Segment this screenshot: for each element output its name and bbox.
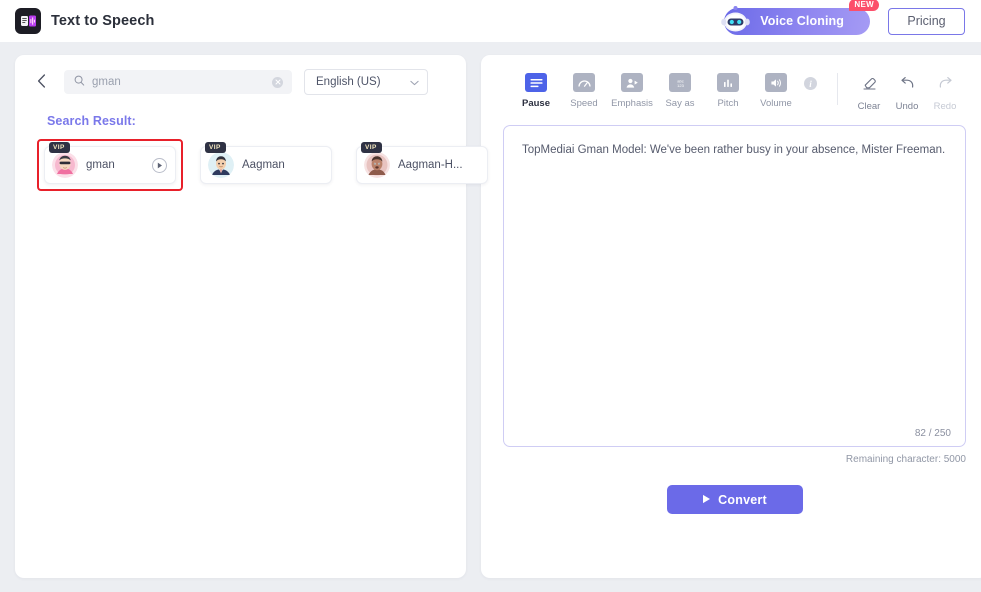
search-icon [74,73,85,91]
avatar [208,152,234,178]
close-circle-icon[interactable] [272,76,283,88]
info-icon[interactable]: i [804,77,817,90]
brand: Text to Speech [15,8,154,34]
tool-pause[interactable]: Pause [512,73,560,109]
voice-cloning-label: Voice Cloning [760,14,844,28]
voice-name: gman [86,159,115,171]
emphasis-icon [621,73,643,92]
chevron-left-icon [37,73,46,91]
ssml-toolbar: Pause Speed Emphasis abc 123 Say as Pitc… [503,71,966,112]
tool-label: Pitch [717,98,739,109]
language-value: English (US) [316,76,381,88]
tool-label: Undo [895,101,919,112]
header-actions: Voice Cloning NEW Pricing [721,0,965,35]
tool-label: Pause [522,98,550,109]
app-logo-icon [15,8,41,34]
convert-row: Convert [503,485,966,514]
eraser-icon [861,74,878,94]
tool-label: Redo [933,101,957,112]
tool-label: Say as [665,98,695,109]
tool-say-as[interactable]: abc 123 Say as [656,73,704,109]
back-button[interactable] [30,70,52,94]
convert-button[interactable]: Convert [666,485,803,514]
voice-library-panel: English (US) Search Result: VIP [15,55,488,578]
new-badge: NEW [849,0,879,12]
page-title: Text to Speech [51,13,155,29]
language-select[interactable]: English (US) [304,69,428,95]
chevron-down-icon [410,73,419,91]
search-row: English (US) [30,69,451,95]
pitch-bars-icon [717,73,739,92]
pricing-button[interactable]: Pricing [888,7,965,35]
app-header: Text to Speech Voice Cloning NEW Pricing [0,0,981,42]
text-editor[interactable]: TopMediai Gman Model: We've been rather … [503,125,966,447]
redo-button[interactable]: Redo [926,73,964,112]
robot-icon [716,5,756,37]
voice-card[interactable]: VIP Aagman [200,142,332,184]
voice-name: Aagman [242,159,285,171]
voice-card-selection-wrapper: VIP Aagman-H... [349,139,495,191]
play-icon [702,493,711,507]
voice-cloning-button[interactable]: Voice Cloning NEW [721,0,879,35]
undo-arrow-icon [899,74,916,94]
editor-panel: Pause Speed Emphasis abc 123 Say as Pitc… [481,55,981,578]
vip-badge: VIP [205,142,226,153]
say-as-icon: abc 123 [669,73,691,92]
avatar [52,152,78,178]
tool-volume[interactable]: Volume [752,73,800,109]
undo-button[interactable]: Undo [888,73,926,112]
remaining-character-label: Remaining character: 5000 [845,454,966,465]
search-input[interactable] [92,76,265,88]
voice-card[interactable]: VIP gman [44,142,176,184]
tool-label: Speed [570,98,598,109]
search-box[interactable] [64,70,292,94]
tool-speed[interactable]: Speed [560,73,608,109]
search-result-title: Search Result: [47,114,136,128]
tool-label: Volume [760,98,792,109]
character-counter: 82 / 250 [914,428,951,439]
voice-card-selection-wrapper: VIP Aagman [193,139,339,191]
redo-arrow-icon [937,74,954,94]
vip-badge: VIP [49,142,70,153]
avatar [364,152,390,178]
pause-marker-icon [525,73,547,92]
tool-pitch[interactable]: Pitch [704,73,752,109]
voice-card[interactable]: VIP Aagman-H... [356,142,488,184]
voice-name: Aagman-H... [398,159,463,171]
volume-speaker-icon [765,73,787,92]
toolbar-divider [837,73,838,105]
editor-content[interactable]: TopMediai Gman Model: We've been rather … [522,142,947,159]
tool-label: Emphasis [611,98,653,109]
page-body: English (US) Search Result: VIP [0,42,981,592]
svg-text:123: 123 [677,83,684,88]
clear-button[interactable]: Clear [850,73,888,112]
tool-emphasis[interactable]: Emphasis [608,73,656,109]
speed-gauge-icon [573,73,595,92]
voice-card-selection-wrapper: VIP gman [37,139,183,191]
play-circle-icon[interactable] [152,157,167,173]
voice-card-list: VIP gman VIP Aagman VIP Aagman-H... [30,139,488,191]
tool-label: Clear [857,101,881,112]
convert-label: Convert [718,492,767,507]
vip-badge: VIP [361,142,382,153]
